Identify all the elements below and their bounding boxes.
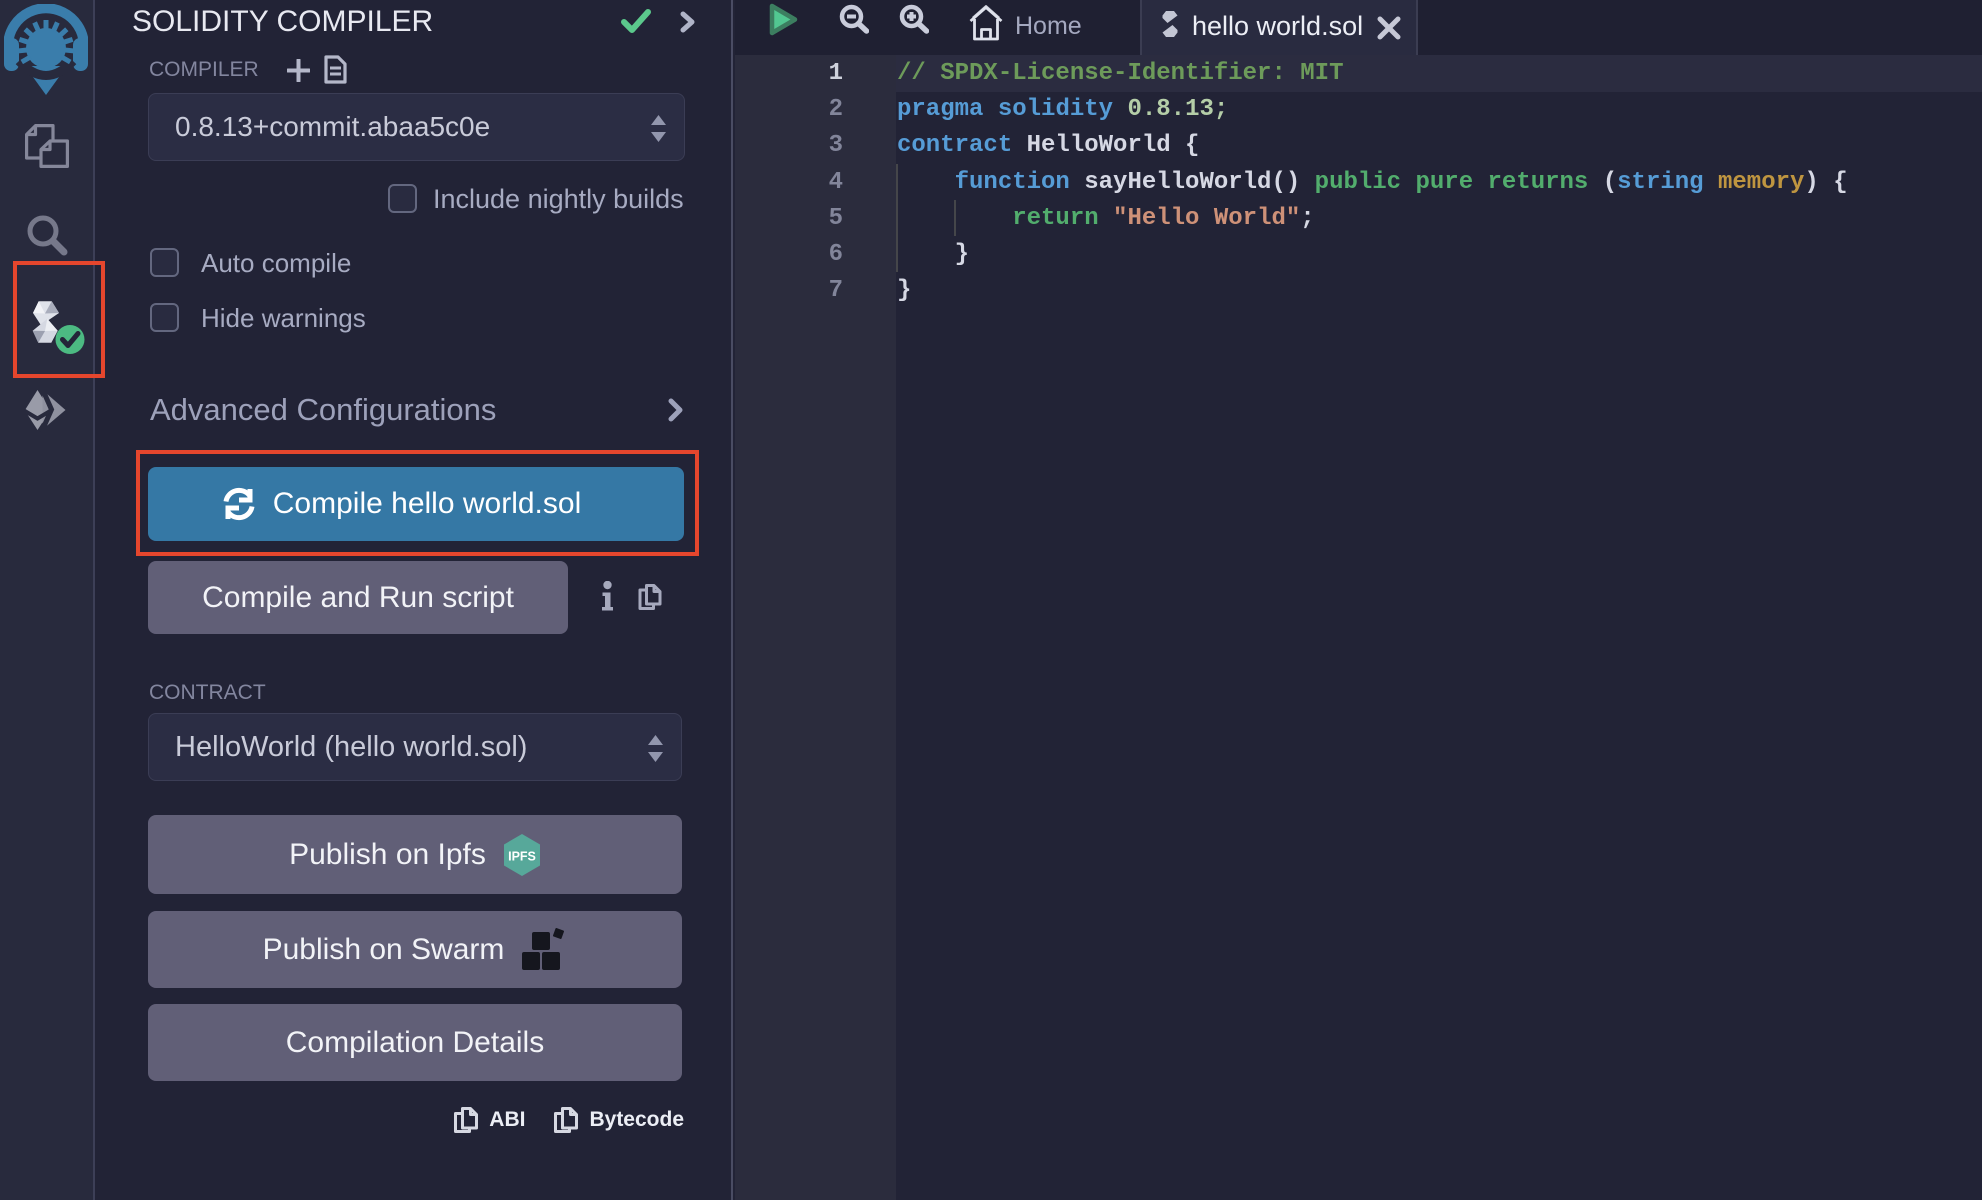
svg-text:IPFS: IPFS — [508, 849, 536, 863]
